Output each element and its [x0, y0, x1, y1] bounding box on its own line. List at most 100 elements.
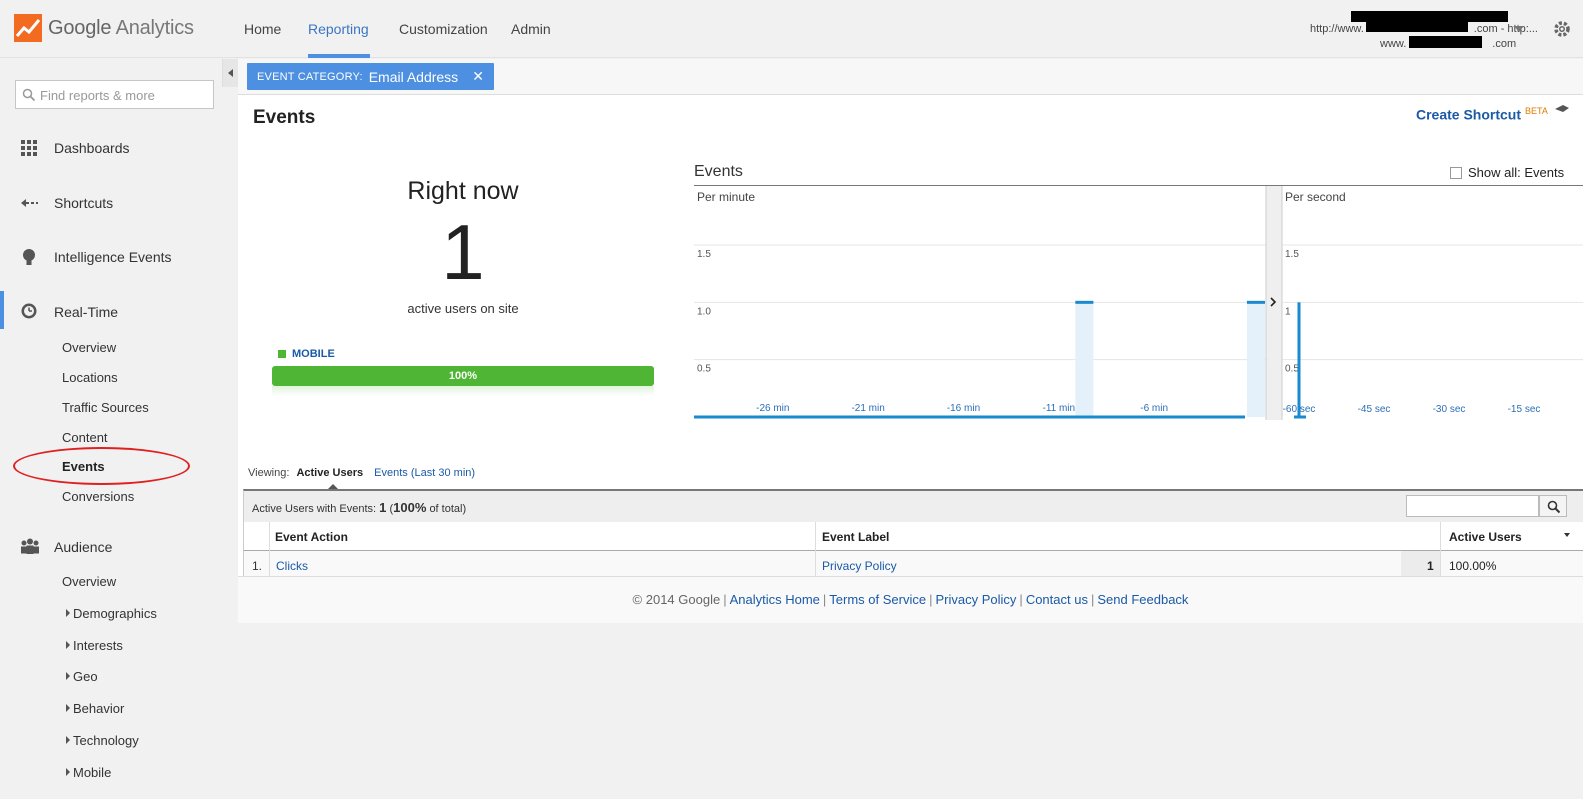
minute-bar-fill[interactable] — [1075, 302, 1094, 417]
footer-copyright: © 2014 Google — [632, 592, 721, 607]
sidebar-item-audience[interactable]: Audience — [54, 539, 112, 555]
footer-link-terms[interactable]: Terms of Service — [829, 592, 926, 607]
show-all-value: Events — [1524, 165, 1565, 180]
sidebar-item-realtime[interactable]: Real-Time — [54, 304, 118, 320]
column-event-label[interactable]: Event Label — [822, 530, 889, 544]
rightnow-label: Right now — [407, 177, 519, 205]
logo-product: Analytics — [115, 16, 194, 39]
page-title: Events — [253, 107, 316, 128]
create-shortcut-link[interactable]: Create Shortcut BETA — [1416, 106, 1548, 123]
sort-desc-icon[interactable] — [1564, 533, 1570, 537]
account-url-start: http://www. — [1310, 23, 1364, 35]
collapse-sidebar-button[interactable] — [222, 59, 238, 87]
sidebar-realtime-locations[interactable]: Locations — [62, 370, 118, 385]
column-divider — [815, 522, 816, 551]
main-panel: EVENT CATEGORY: Email Address ✕ Events C… — [238, 59, 1583, 799]
column-divider — [1440, 522, 1441, 551]
clock-icon — [21, 303, 37, 319]
sidebar-audience-behavior[interactable]: Behavior — [66, 701, 124, 716]
expand-triangle-icon — [66, 768, 70, 776]
expand-triangle-icon — [66, 672, 70, 680]
row-users: 1 — [1427, 559, 1434, 573]
page-footer: © 2014 Google | Analytics Home | Terms of Se… — [238, 576, 1583, 623]
show-all-checkbox[interactable] — [1450, 166, 1462, 179]
account-url-end: .com - http:... — [1473, 23, 1538, 35]
minute-bar-top — [1075, 300, 1094, 304]
search-icon — [1547, 500, 1561, 514]
device-share-bar: 100% — [272, 366, 654, 386]
sidebar-item-intelligence-events[interactable]: Intelligence Events — [54, 249, 172, 265]
account-property-end: .com — [1492, 38, 1517, 50]
top-bar: Google Analytics Home Reporting Customiz… — [0, 0, 1583, 58]
audience-icon — [21, 538, 39, 554]
sidebar-audience-interests[interactable]: Interests — [66, 638, 123, 653]
table-search-input[interactable] — [1406, 495, 1539, 517]
summary-prefix: Active Users with Events: — [252, 503, 377, 515]
second-bar[interactable] — [1297, 302, 1301, 417]
red-annotation-ellipse — [13, 447, 190, 485]
y-tick-label: 0.5 — [1285, 364, 1299, 375]
column-active-users[interactable]: Active Users — [1449, 530, 1522, 544]
graduation-cap-icon[interactable] — [1555, 105, 1569, 115]
filter-key: EVENT CATEGORY: — [257, 70, 363, 83]
footer-link-contact[interactable]: Contact us — [1026, 592, 1088, 607]
sidebar-audience-geo[interactable]: Geo — [66, 669, 98, 684]
x-tick-label: -6 min — [1140, 403, 1168, 414]
sidebar-realtime-conversions[interactable]: Conversions — [62, 489, 134, 504]
nav-reporting[interactable]: Reporting — [308, 21, 369, 37]
expand-triangle-icon — [66, 736, 70, 744]
minute-grid: 1.5 1.0 0.5 -26 min -21 min -16 min -11 min -6 … — [694, 244, 1266, 414]
sidebar-realtime-content[interactable]: Content — [62, 430, 108, 445]
viewing-events-tab[interactable]: Events (Last 30 min) — [374, 467, 475, 479]
panel-second-title: Per second — [1285, 190, 1346, 204]
sidebar-audience-demographics[interactable]: Demographics — [66, 606, 157, 621]
chevron-down-icon[interactable] — [1514, 26, 1524, 32]
summary-pct: 100% — [393, 500, 427, 515]
device-bar-reflection — [272, 386, 654, 396]
sidebar-audience-geo-label: Geo — [73, 669, 98, 684]
report-content: Events Create Shortcut BETA Right now 1 a… — [238, 95, 1583, 580]
report-search-input[interactable] — [40, 85, 210, 105]
viewing-active-users-tab[interactable]: Active Users — [296, 467, 363, 479]
lightbulb-icon — [23, 249, 35, 265]
sidebar-item-dashboards[interactable]: Dashboards — [54, 140, 130, 156]
sidebar-realtime-overview[interactable]: Overview — [62, 340, 116, 355]
minute-bar-fill[interactable] — [1246, 302, 1265, 417]
sidebar-audience-technology[interactable]: Technology — [66, 733, 139, 748]
nav-customization[interactable]: Customization — [399, 21, 488, 37]
nav-admin[interactable]: Admin — [511, 21, 551, 37]
realtime-active-indicator — [0, 291, 4, 329]
footer-link-privacy[interactable]: Privacy Policy — [936, 592, 1017, 607]
chevron-left-icon — [228, 69, 233, 77]
column-event-action[interactable]: Event Action — [275, 530, 348, 544]
row-users-pct: 100.00% — [1449, 559, 1497, 573]
account-property-start: www. — [1380, 38, 1407, 50]
beta-badge: BETA — [1525, 106, 1548, 116]
table-search-button[interactable] — [1539, 495, 1567, 517]
google-analytics-logo[interactable]: Google Analytics — [14, 14, 194, 42]
footer-link-analytics-home[interactable]: Analytics Home — [730, 592, 820, 607]
sidebar-audience-mobile[interactable]: Mobile — [66, 765, 111, 780]
report-search[interactable] — [15, 80, 214, 109]
sidebar-audience-interests-label: Interests — [73, 638, 123, 653]
show-all-toggle[interactable]: Show all: Events — [1450, 165, 1564, 180]
row-event-action-link[interactable]: Clicks — [276, 559, 308, 573]
logo-brand: Google — [48, 16, 112, 39]
panel-minute-title: Per minute — [697, 190, 755, 204]
filter-strip: EVENT CATEGORY: Email Address ✕ — [238, 59, 1583, 95]
sidebar-audience-overview[interactable]: Overview — [62, 574, 116, 589]
sidebar-audience-behavior-label: Behavior — [73, 701, 125, 716]
sidebar-realtime-traffic-sources[interactable]: Traffic Sources — [62, 400, 149, 415]
gear-icon[interactable] — [1553, 20, 1571, 38]
sidebar-audience-demographics-label: Demographics — [73, 606, 157, 621]
viewing-switcher: Viewing: Active Users Events (Last 30 mi… — [248, 467, 475, 479]
sidebar-item-shortcuts[interactable]: Shortcuts — [54, 195, 113, 211]
event-category-filter[interactable]: EVENT CATEGORY: Email Address ✕ — [247, 63, 494, 90]
close-icon[interactable]: ✕ — [472, 68, 484, 85]
footer-link-feedback[interactable]: Send Feedback — [1097, 592, 1188, 607]
y-tick-label: 1.0 — [697, 306, 711, 317]
nav-home[interactable]: Home — [244, 21, 281, 37]
sidebar-audience-mobile-label: Mobile — [73, 765, 112, 780]
second-grid: 1.510.5-60 sec -45 sec -30 sec -15 sec — [1282, 244, 1583, 415]
row-event-label-link[interactable]: Privacy Policy — [822, 559, 897, 573]
